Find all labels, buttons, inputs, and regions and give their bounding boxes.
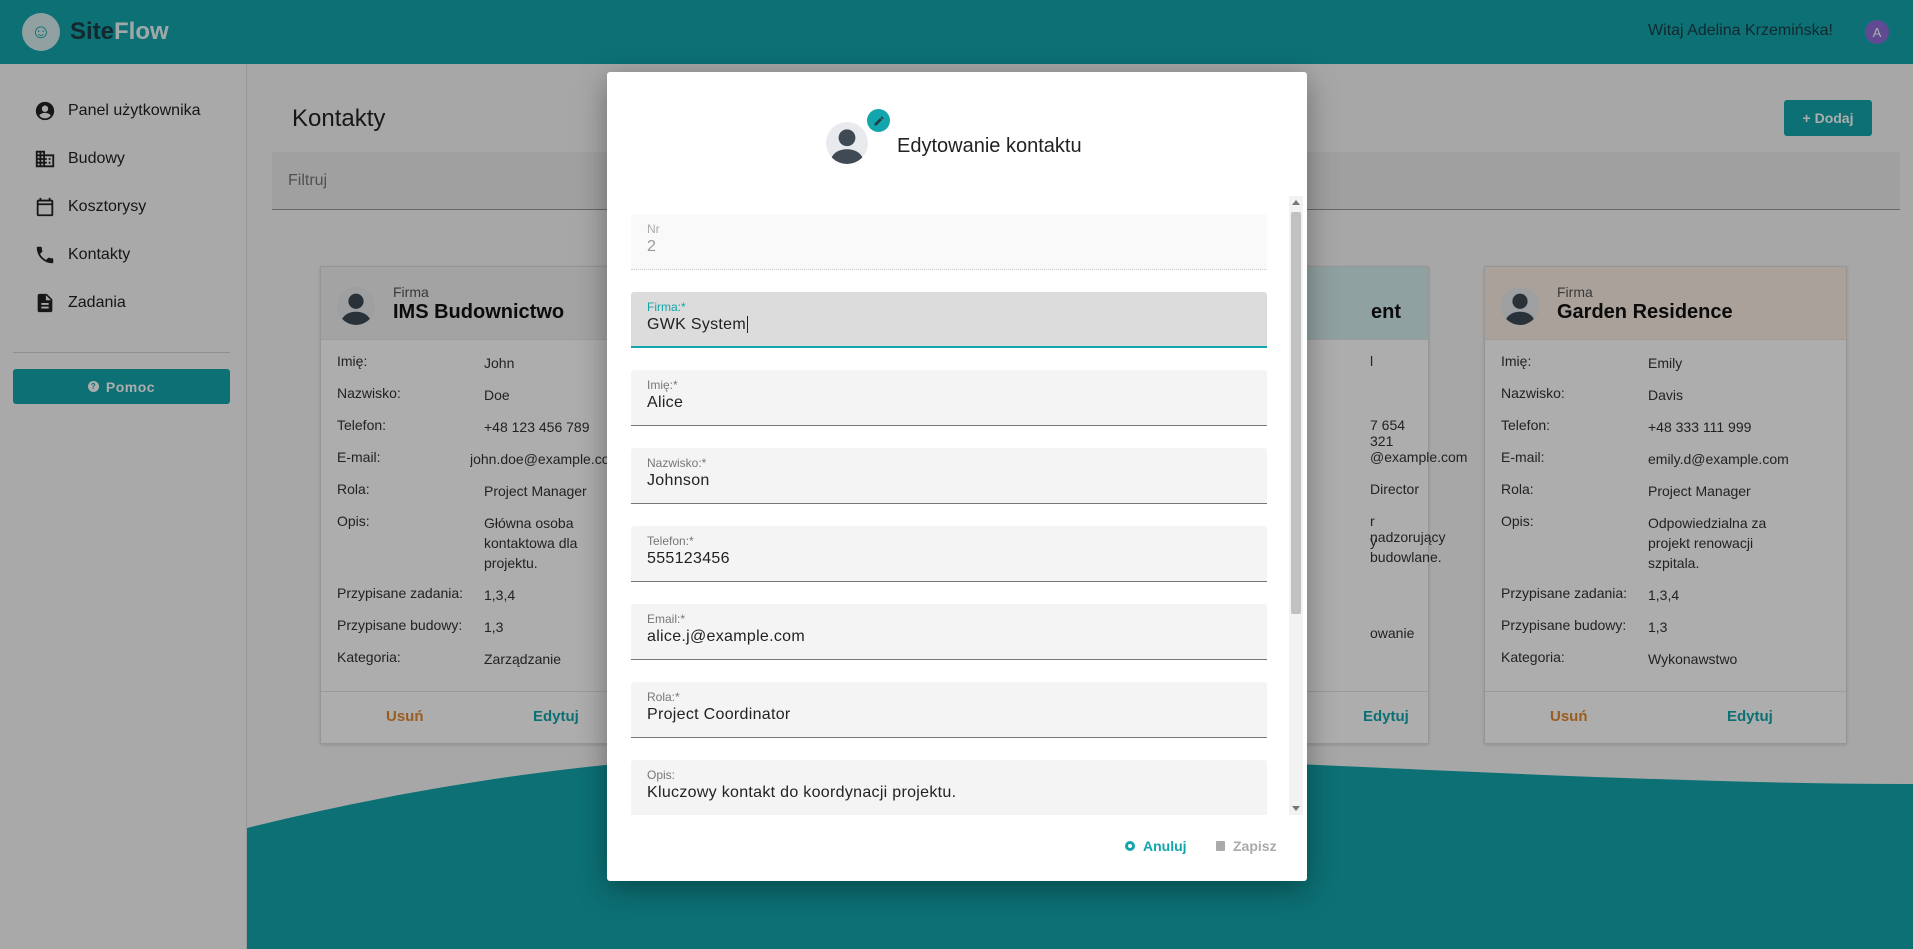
field-value: Alice bbox=[647, 394, 684, 411]
field-label: Nazwisko:* bbox=[647, 456, 707, 470]
pencil-glyph bbox=[874, 115, 883, 125]
field-label: Nr bbox=[647, 222, 660, 236]
field-value-wrap: GWK System bbox=[647, 316, 749, 334]
field-value: GWK System bbox=[647, 316, 747, 333]
text-caret bbox=[747, 316, 749, 334]
field-value: Johnson bbox=[647, 472, 710, 489]
scroll-up-icon[interactable] bbox=[1292, 200, 1300, 205]
dialog-actions: Anuluj Zapisz bbox=[607, 832, 1307, 862]
cancel-label: Anuluj bbox=[1143, 838, 1187, 854]
save-label: Zapisz bbox=[1233, 838, 1277, 854]
cancel-button[interactable]: Anuluj bbox=[1125, 838, 1187, 854]
avatar bbox=[826, 122, 868, 164]
field-value: 2 bbox=[647, 238, 657, 255]
field-label: Firma:* bbox=[647, 300, 686, 314]
dialog-form: Nr 2 Firma:* GWK System Imię:* Alice Naz… bbox=[631, 196, 1267, 815]
field-value: alice.j@example.com bbox=[647, 628, 805, 645]
person-icon bbox=[830, 129, 864, 164]
field-label: Telefon:* bbox=[647, 534, 694, 548]
dialog-title: Edytowanie kontaktu bbox=[897, 135, 1082, 157]
phone-field[interactable]: Telefon:* 555123456 bbox=[631, 526, 1267, 582]
email-field[interactable]: Email:* alice.j@example.com bbox=[631, 604, 1267, 660]
scrollbar-thumb[interactable] bbox=[1291, 212, 1301, 614]
edit-contact-dialog: Edytowanie kontaktu Nr 2 Firma:* GWK Sys… bbox=[607, 72, 1307, 881]
cancel-icon bbox=[1125, 841, 1135, 851]
save-icon bbox=[1216, 841, 1225, 851]
role-field[interactable]: Rola:* Project Coordinator bbox=[631, 682, 1267, 738]
field-value: 555123456 bbox=[647, 550, 730, 567]
first-name-field[interactable]: Imię:* Alice bbox=[631, 370, 1267, 426]
dialog-scrollbar[interactable] bbox=[1289, 196, 1303, 815]
pencil-icon bbox=[867, 109, 890, 132]
field-label: Email:* bbox=[647, 612, 686, 626]
last-name-field[interactable]: Nazwisko:* Johnson bbox=[631, 448, 1267, 504]
field-value: Kluczowy kontakt do koordynacji projektu… bbox=[647, 784, 957, 801]
save-button[interactable]: Zapisz bbox=[1216, 838, 1277, 854]
company-field[interactable]: Firma:* GWK System bbox=[631, 292, 1267, 348]
description-field[interactable]: Opis: Kluczowy kontakt do koordynacji pr… bbox=[631, 760, 1267, 815]
scroll-down-icon[interactable] bbox=[1292, 806, 1300, 811]
field-label: Imię:* bbox=[647, 378, 678, 392]
nr-field: Nr 2 bbox=[631, 214, 1267, 270]
field-label: Rola:* bbox=[647, 690, 680, 704]
field-value: Project Coordinator bbox=[647, 706, 791, 723]
field-label: Opis: bbox=[647, 768, 676, 782]
